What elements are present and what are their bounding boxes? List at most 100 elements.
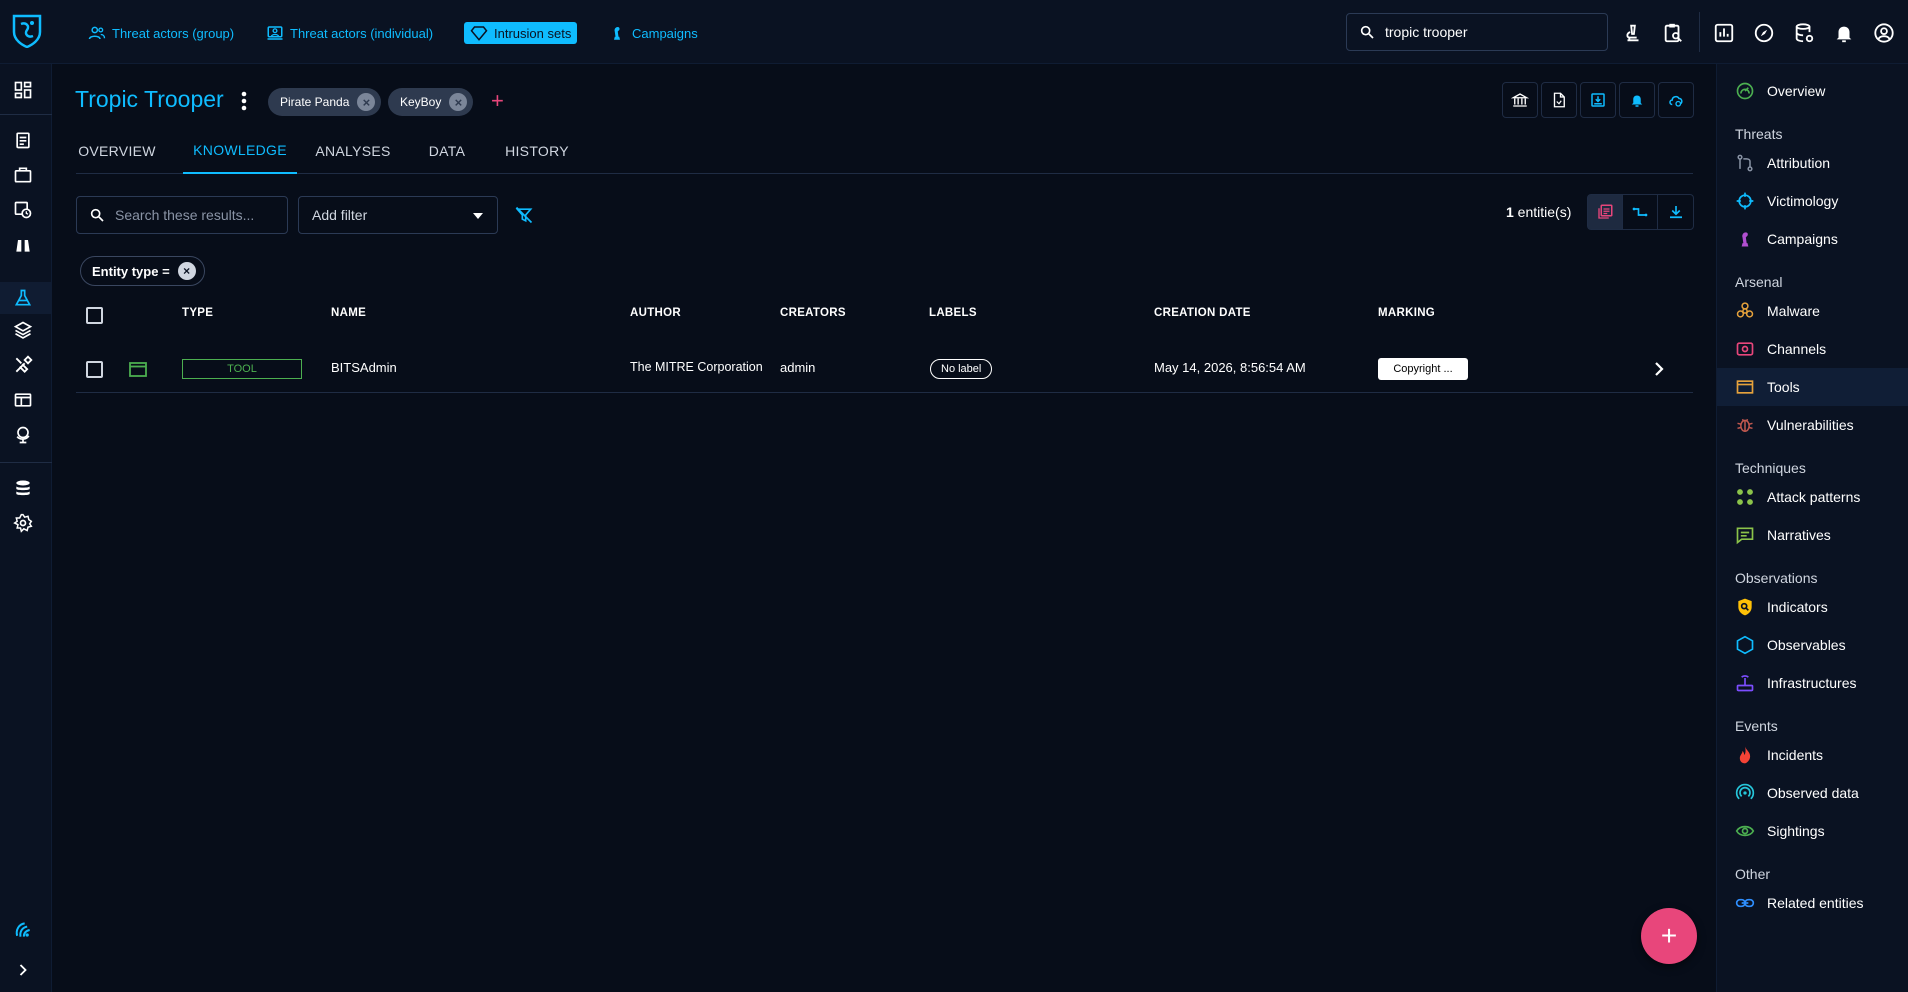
tab-history[interactable]: HISTORY [497, 128, 577, 174]
clipboard-search-icon[interactable] [1662, 22, 1684, 44]
techniques-tools-icon[interactable] [13, 355, 33, 375]
analyses-icon[interactable] [13, 130, 33, 150]
chevron-right-icon[interactable] [1652, 360, 1666, 378]
search-results-box[interactable] [76, 196, 288, 234]
more-options-icon[interactable] [238, 90, 250, 112]
list-view-icon [1598, 204, 1613, 219]
right-knowledge-nav: Overview Threats Attribution Victimology… [1716, 64, 1908, 992]
column-header-creators[interactable]: CREATORS [780, 307, 846, 319]
topnav-threat-actors-group[interactable]: Threat actors (group) [82, 22, 240, 44]
tab-knowledge[interactable]: KNOWLEDGE [183, 128, 297, 174]
topnav-campaigns[interactable]: Campaigns [602, 22, 704, 44]
threats-flask-icon[interactable] [13, 288, 33, 308]
create-relationship-button[interactable]: + [1641, 908, 1697, 964]
topnav-intrusion-sets[interactable]: Intrusion sets [464, 22, 578, 44]
rightnav-item-infrastructures[interactable]: Infrastructures [1717, 664, 1908, 702]
chess-icon [614, 27, 620, 40]
rightnav-item-narratives[interactable]: Narratives [1717, 516, 1908, 554]
remove-alias-icon[interactable]: × [357, 93, 376, 111]
expand-sidebar-chevron-icon[interactable] [13, 960, 33, 980]
rightnav-label: Campaigns [1767, 231, 1838, 247]
column-header-creation-date[interactable]: CREATION DATE [1154, 307, 1251, 319]
add-filter-select[interactable]: Add filter [298, 196, 498, 234]
data-database-icon[interactable] [13, 478, 33, 498]
entity-type-filter-chip[interactable]: Entity type = × [80, 256, 205, 286]
column-header-marking[interactable]: MARKING [1378, 307, 1435, 319]
observations-binoculars-icon[interactable] [13, 235, 33, 255]
clear-filters-icon[interactable] [514, 205, 534, 225]
window-icon [1736, 380, 1754, 394]
entities-icon[interactable] [13, 390, 33, 410]
settings-gear-icon[interactable] [13, 513, 33, 533]
rightnav-item-sightings[interactable]: Sightings [1717, 812, 1908, 850]
filigran-logo-icon[interactable] [13, 920, 33, 940]
global-search[interactable] [1346, 13, 1608, 51]
rightnav-item-overview[interactable]: Overview [1717, 72, 1908, 110]
left-separator [0, 114, 52, 115]
filter-chip-label: Entity type = [92, 263, 170, 279]
enrich-button[interactable] [1658, 82, 1694, 118]
rightnav-item-malware[interactable]: Malware [1717, 292, 1908, 330]
column-header-labels[interactable]: LABELS [929, 307, 977, 319]
rightnav-item-observables[interactable]: Observables [1717, 626, 1908, 664]
rightnav-label: Tools [1767, 379, 1800, 395]
database-settings-icon[interactable] [1793, 22, 1815, 44]
locations-globe-icon[interactable] [13, 425, 33, 445]
select-all-checkbox[interactable] [86, 307, 103, 324]
cases-icon[interactable] [13, 165, 33, 185]
global-search-input[interactable] [1385, 24, 1595, 40]
rightnav-item-indicators[interactable]: Indicators [1717, 588, 1908, 626]
rightnav-item-victimology[interactable]: Victimology [1717, 182, 1908, 220]
rightnav-item-related-entities[interactable]: Related entities [1717, 884, 1908, 922]
group-icon [88, 26, 106, 40]
arsenal-layers-icon[interactable] [13, 320, 33, 340]
tab-overview[interactable]: OVERVIEW [76, 128, 158, 174]
export-list-button[interactable] [1658, 195, 1693, 229]
plus-icon: + [1660, 920, 1678, 951]
search-results-input[interactable] [115, 207, 275, 223]
rightnav-item-channels[interactable]: Channels [1717, 330, 1908, 368]
investigate-icon[interactable] [1622, 22, 1644, 44]
list-view-button[interactable] [1588, 195, 1623, 229]
remove-filter-icon[interactable]: × [177, 262, 196, 280]
dropdown-caret-icon [473, 213, 483, 219]
rightnav-item-campaigns[interactable]: Campaigns [1717, 220, 1908, 258]
export-button[interactable] [1580, 82, 1616, 118]
tab-analyses[interactable]: ANALYSES [310, 128, 396, 174]
rightnav-item-attack-patterns[interactable]: Attack patterns [1717, 478, 1908, 516]
topnav-threat-actors-individual[interactable]: Threat actors (individual) [260, 22, 439, 44]
rightnav-item-vulnerabilities[interactable]: Vulnerabilities [1717, 406, 1908, 444]
column-header-author[interactable]: AUTHOR [630, 307, 681, 319]
account-icon[interactable] [1873, 22, 1895, 44]
rightnav-item-incidents[interactable]: Incidents [1717, 736, 1908, 774]
dashboard-icon[interactable] [13, 80, 33, 100]
download-icon [1669, 206, 1682, 219]
column-header-type[interactable]: TYPE [182, 307, 213, 319]
eye-icon [1735, 825, 1755, 837]
attack-pattern-icon [1737, 489, 1753, 505]
subscribe-button[interactable] [1619, 82, 1655, 118]
topnav-label: Threat actors (group) [112, 25, 235, 41]
rightnav-label: Channels [1767, 341, 1827, 357]
topnav-label: Campaigns [632, 25, 698, 41]
notifications-bell-icon[interactable] [1833, 22, 1855, 44]
add-alias-plus-icon[interactable]: + [491, 88, 504, 114]
enroll-playbook-button[interactable] [1502, 82, 1538, 118]
dashboard-chart-icon[interactable] [1713, 22, 1735, 44]
rightnav-item-attribution[interactable]: Attribution [1717, 144, 1908, 182]
row-checkbox[interactable] [86, 361, 103, 378]
rightnav-item-tools[interactable]: Tools [1717, 368, 1908, 406]
opencti-logo-icon[interactable] [10, 12, 44, 49]
left-sidebar [0, 64, 52, 992]
entity-count-value: 1 [1506, 204, 1514, 220]
remove-alias-icon[interactable]: × [449, 93, 468, 111]
rightnav-label: Victimology [1767, 193, 1839, 209]
tab-data[interactable]: DATA [420, 128, 474, 174]
alias-chip-label: KeyBoy [400, 95, 442, 109]
rightnav-item-observed-data[interactable]: Observed data [1717, 774, 1908, 812]
compass-icon[interactable] [1753, 22, 1775, 44]
relationships-view-button[interactable] [1623, 195, 1658, 229]
events-icon[interactable] [13, 200, 33, 220]
generate-report-button[interactable] [1541, 82, 1577, 118]
column-header-name[interactable]: NAME [331, 307, 366, 319]
